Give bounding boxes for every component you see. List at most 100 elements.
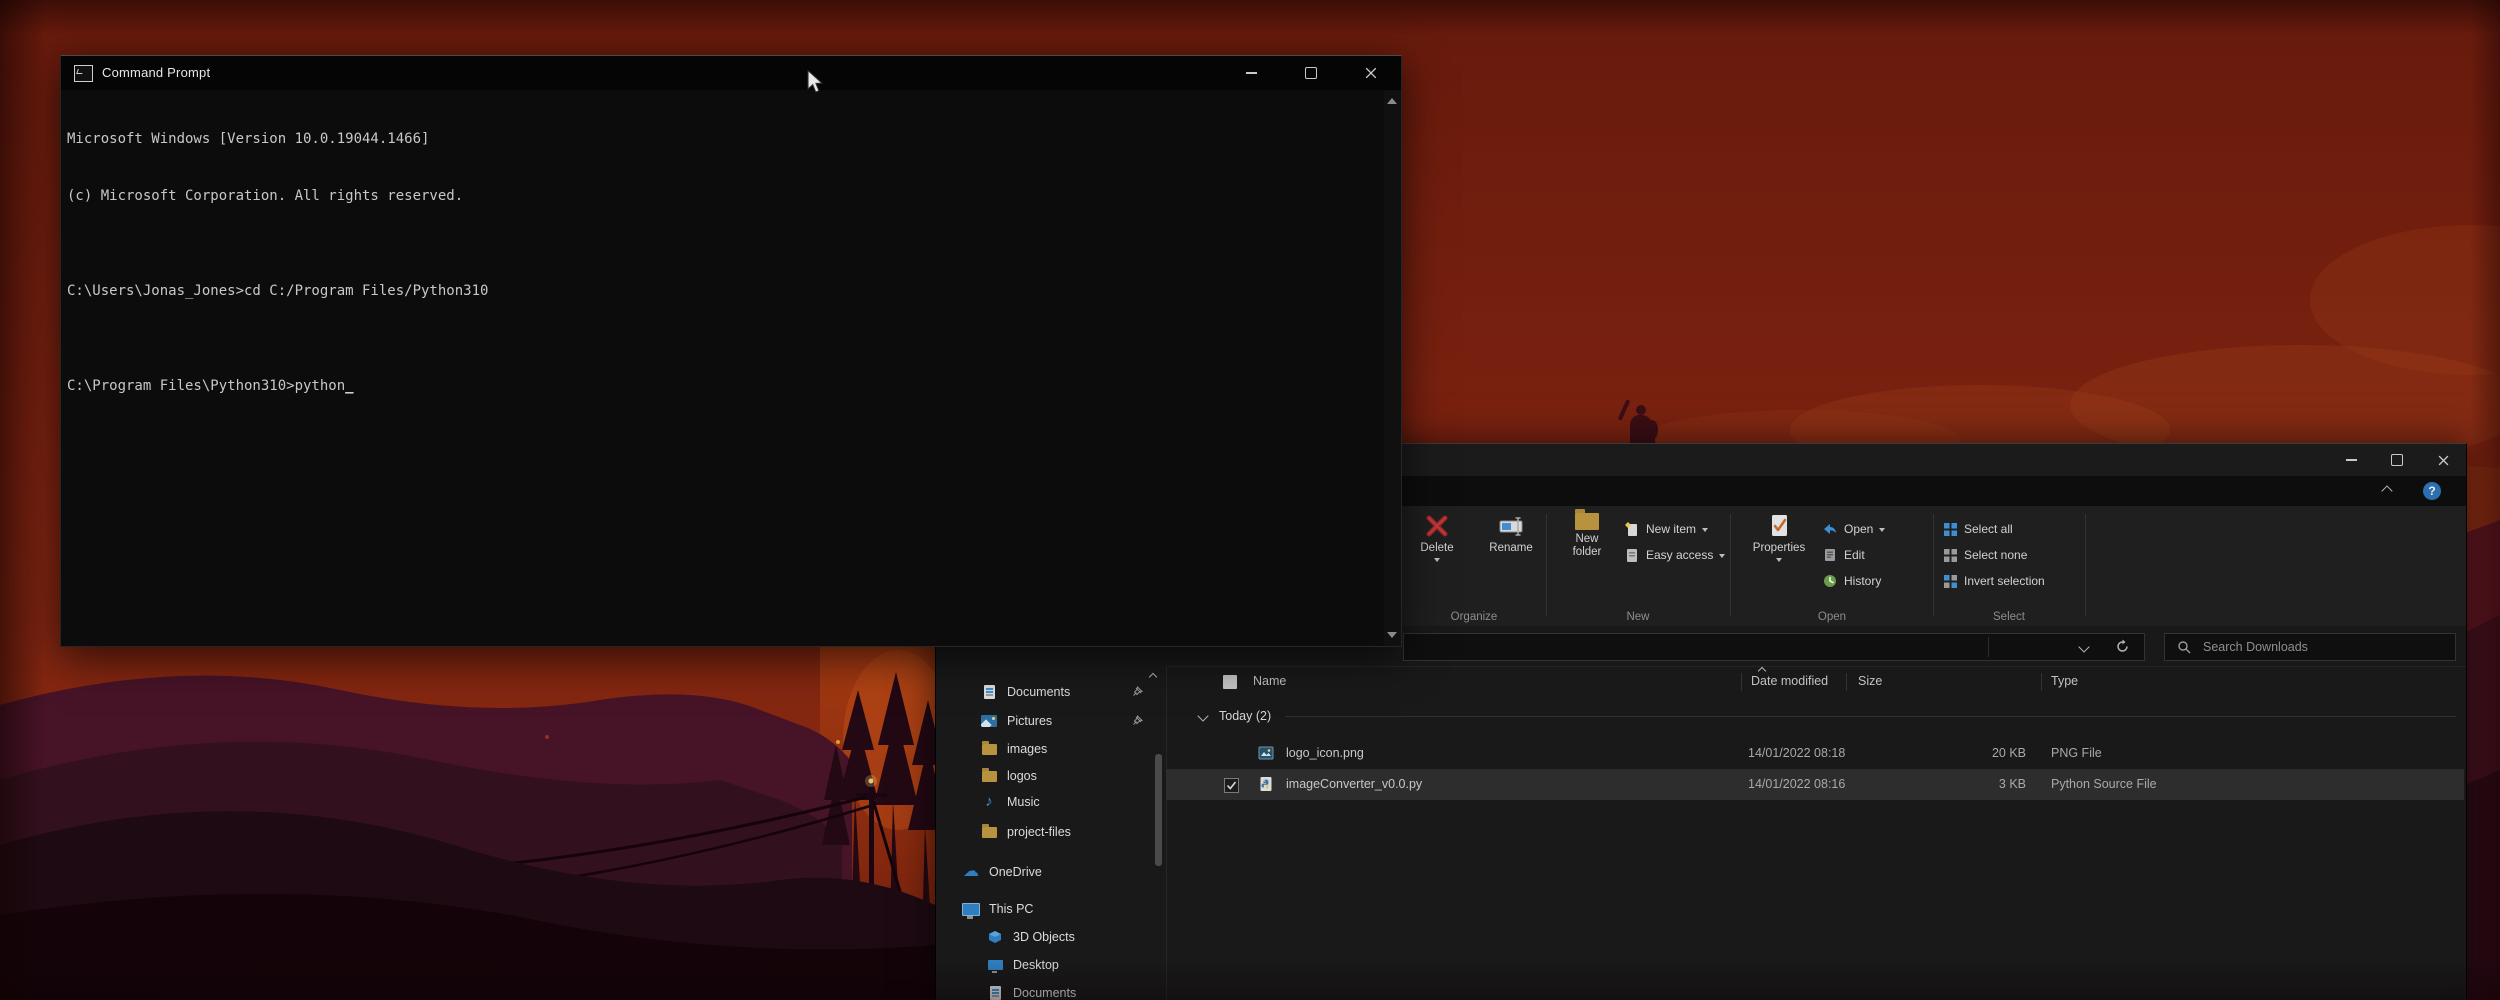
cmd-scrollbar[interactable] [1384, 90, 1401, 646]
document-icon [980, 685, 998, 699]
invert-selection-button[interactable]: Invert selection [1943, 568, 2045, 594]
window-title: Command Prompt [102, 65, 210, 80]
ribbon-separator [1933, 514, 1934, 616]
scroll-up-icon[interactable] [1387, 98, 1397, 104]
sidebar-scrollbar-thumb[interactable] [1155, 754, 1162, 866]
open-button[interactable]: Open [1822, 516, 1885, 542]
invert-selection-icon [1943, 574, 1958, 589]
address-bar[interactable] [1403, 633, 2145, 661]
history-label: History [1844, 574, 1881, 588]
ribbon-group-new: New folder New item [1548, 506, 1728, 626]
sidebar-item-label: images [1007, 742, 1047, 756]
scroll-down-icon[interactable] [1387, 632, 1397, 638]
sidebar-item-logos[interactable]: logos [936, 763, 1156, 789]
easy-access-button[interactable]: Easy access [1624, 542, 1725, 568]
select-all-checkbox[interactable] [1223, 675, 1237, 689]
sidebar-item-documents-2[interactable]: Documents [936, 980, 1156, 1000]
minimize-icon [1246, 72, 1257, 74]
new-item-label: New item [1646, 522, 1696, 536]
select-all-label: Select all [1964, 522, 2013, 536]
column-header-name[interactable]: Name [1253, 674, 1286, 688]
sidebar-item-label: Documents [1007, 685, 1070, 699]
file-date-modified: 14/01/2022 08:18 [1748, 746, 1845, 760]
ribbon-collapse-icon[interactable] [2381, 485, 2392, 496]
terminal-line: (c) Microsoft Corporation. All rights re… [67, 187, 1381, 206]
sidebar-item-project-files[interactable]: project-files [936, 819, 1156, 845]
column-separator[interactable] [1741, 673, 1742, 691]
terminal-cursor: _ [345, 378, 353, 394]
sidebar-item-3d-objects[interactable]: 3D Objects [936, 924, 1156, 950]
edit-button[interactable]: Edit [1822, 542, 1885, 568]
dropdown-arrow-icon [1776, 558, 1782, 562]
sidebar-item-documents[interactable]: Documents [936, 679, 1156, 705]
ribbon-separator [1546, 514, 1547, 616]
file-date-modified: 14/01/2022 08:16 [1748, 777, 1845, 791]
desktop-icon [986, 960, 1004, 970]
sidebar-item-label: Music [1007, 795, 1040, 809]
sidebar-item-label: logos [1007, 769, 1037, 783]
sidebar-item-label: This PC [989, 902, 1033, 916]
minimize-icon [2346, 459, 2357, 461]
new-folder-icon [1575, 513, 1599, 530]
new-folder-button[interactable]: New folder [1558, 513, 1616, 559]
command-prompt-icon [74, 65, 93, 82]
explorer-maximize-button[interactable] [2374, 444, 2420, 476]
sidebar-item-onedrive[interactable]: ☁ OneDrive [936, 859, 1156, 885]
sidebar-item-images[interactable]: images [936, 736, 1156, 762]
edit-icon [1822, 547, 1838, 563]
file-name: logo_icon.png [1286, 746, 1364, 760]
sidebar-item-pictures[interactable]: Pictures [936, 708, 1156, 734]
file-row-logo-icon-png[interactable]: logo_icon.png 14/01/2022 08:18 20 KB PNG… [1166, 738, 2464, 769]
image-file-icon [1258, 745, 1274, 764]
column-header-type[interactable]: Type [2051, 674, 2078, 688]
select-all-button[interactable]: Select all [1943, 516, 2045, 542]
search-input[interactable] [2191, 639, 2455, 655]
select-none-button[interactable]: Select none [1943, 542, 2045, 568]
terminal-output[interactable]: Microsoft Windows [Version 10.0.19044.14… [67, 92, 1381, 646]
file-type: PNG File [2051, 746, 2102, 760]
item-checkbox[interactable] [1224, 778, 1239, 793]
cmd-close-button[interactable] [1341, 56, 1401, 90]
3d-objects-icon [986, 930, 1004, 944]
file-type: Python Source File [2051, 777, 2157, 791]
column-separator[interactable] [1846, 673, 1847, 691]
properties-icon [1766, 513, 1792, 539]
help-button[interactable]: ? [2423, 482, 2441, 500]
sidebar-item-desktop[interactable]: Desktop [936, 952, 1156, 978]
column-header-size[interactable]: Size [1858, 674, 1882, 688]
pictures-icon [980, 715, 998, 727]
history-icon [1822, 573, 1838, 589]
rename-button[interactable]: Rename [1479, 513, 1543, 562]
sidebar-item-music[interactable]: ♪ Music [936, 789, 1156, 815]
select-none-icon [1943, 548, 1958, 563]
delete-button[interactable]: Delete [1405, 513, 1469, 562]
search-box[interactable] [2164, 633, 2456, 661]
close-icon [1365, 67, 1377, 79]
file-group-header[interactable]: Today (2) [1166, 702, 2464, 730]
cmd-maximize-button[interactable] [1281, 56, 1341, 90]
delete-icon [1424, 513, 1450, 539]
sidebar-item-this-pc[interactable]: This PC [936, 896, 1156, 922]
folder-icon [980, 771, 998, 782]
group-divider-line [1285, 716, 2456, 717]
refresh-icon[interactable] [2115, 639, 2130, 654]
address-dropdown-icon[interactable] [2078, 641, 2089, 652]
new-item-icon [1624, 521, 1640, 537]
group-collapse-icon[interactable] [1197, 710, 1208, 721]
close-icon [2438, 455, 2449, 466]
properties-button[interactable]: Properties [1746, 513, 1812, 562]
cmd-minimize-button[interactable] [1221, 56, 1281, 90]
select-group-label: Select [1935, 611, 2083, 623]
mouse-cursor [806, 70, 824, 94]
cmd-titlebar[interactable]: Command Prompt [61, 56, 1401, 90]
folder-icon [980, 827, 998, 838]
file-row-imageconverter-py[interactable]: imageConverter_v0.0.py 14/01/2022 08:16 … [1166, 769, 2464, 800]
column-separator[interactable] [2041, 673, 2042, 691]
new-item-button[interactable]: New item [1624, 516, 1725, 542]
column-header-date-modified[interactable]: Date modified [1751, 674, 1828, 688]
history-button[interactable]: History [1822, 568, 1885, 594]
open-group-label: Open [1732, 611, 1932, 623]
explorer-close-button[interactable] [2420, 444, 2466, 476]
explorer-minimize-button[interactable] [2328, 444, 2374, 476]
maximize-icon [1305, 67, 1317, 79]
